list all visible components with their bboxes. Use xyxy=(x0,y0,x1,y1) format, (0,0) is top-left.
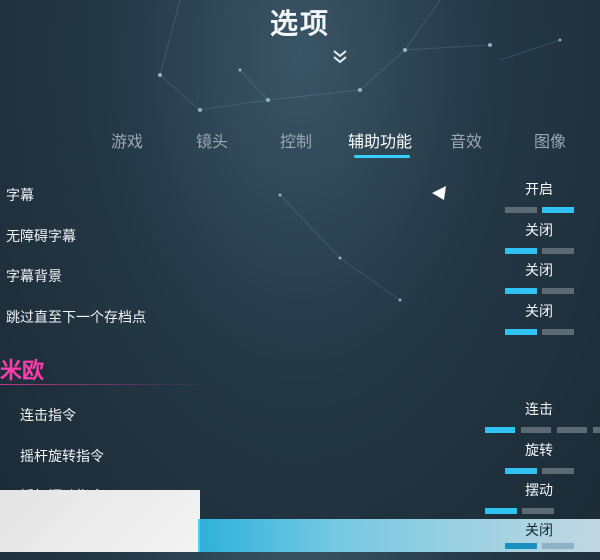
page-title: 选项 xyxy=(269,7,330,40)
setting-label: 字幕 xyxy=(6,188,34,204)
section-divider xyxy=(0,384,210,385)
option-segment[interactable] xyxy=(542,248,574,254)
option-segment-selected[interactable] xyxy=(505,248,537,254)
tab-audio[interactable]: 音效 xyxy=(450,128,482,152)
setting-value: 开启 xyxy=(525,182,553,198)
option-segment[interactable] xyxy=(557,427,587,433)
setting-value: 连击 xyxy=(525,402,553,418)
tab-controls[interactable]: 控制 xyxy=(280,128,312,152)
option-segment-selected[interactable] xyxy=(485,508,517,514)
tab-accessibility[interactable]: 辅助功能 xyxy=(348,128,412,152)
option-segment[interactable] xyxy=(522,508,554,514)
option-segment-selected[interactable] xyxy=(505,468,537,474)
setting-label: 连击指令 xyxy=(20,408,76,424)
option-segment[interactable] xyxy=(521,427,551,433)
option-segment[interactable] xyxy=(542,288,574,294)
setting-value: 关闭 xyxy=(525,304,553,320)
setting-value: 旋转 xyxy=(525,443,553,459)
setting-row-combo-command[interactable]: 连击指令 连击 xyxy=(0,402,600,439)
option-segment[interactable] xyxy=(542,468,574,474)
setting-value: 关闭 xyxy=(525,263,553,279)
option-segment[interactable] xyxy=(505,207,537,213)
setting-value: 关闭 xyxy=(525,523,553,539)
setting-label: 无障碍字幕 xyxy=(6,229,76,245)
setting-label: 跳过直至下一个存档点 xyxy=(6,310,146,326)
option-segment-selected[interactable] xyxy=(505,288,537,294)
setting-row-stick-rotate[interactable]: 摇杆旋转指令 旋转 xyxy=(0,443,600,480)
option-segment[interactable] xyxy=(542,329,574,335)
active-tab-indicator xyxy=(354,155,410,158)
setting-label: 摇杆旋转指令 xyxy=(20,449,104,465)
option-segment-selected[interactable] xyxy=(542,207,574,213)
section-title-mio: 米欧 xyxy=(0,359,45,384)
tab-game[interactable]: 游戏 xyxy=(111,128,143,152)
option-segment-selected[interactable] xyxy=(485,427,515,433)
setting-row-skip-to-checkpoint[interactable]: 跳过直至下一个存档点 关闭 xyxy=(0,304,600,341)
option-segment[interactable] xyxy=(542,543,574,549)
tab-bar: 游戏 镜头 控制 辅助功能 音效 图像 xyxy=(0,128,600,158)
setting-row-subtitles[interactable]: 字幕 开启 xyxy=(0,182,600,219)
setting-row-accessible-subtitles[interactable]: 无障碍字幕 关闭 xyxy=(0,223,600,260)
setting-label: 字幕背景 xyxy=(6,269,62,285)
tab-graphics[interactable]: 图像 xyxy=(534,128,566,152)
triangle-cursor-icon xyxy=(432,186,446,200)
option-segment-selected[interactable] xyxy=(505,543,537,549)
setting-value: 摆动 xyxy=(525,483,553,499)
tab-camera[interactable]: 镜头 xyxy=(196,128,228,152)
setting-value: 关闭 xyxy=(525,223,553,239)
option-segment-selected[interactable] xyxy=(505,329,537,335)
setting-row-bottom[interactable]: 关闭 xyxy=(0,523,600,560)
setting-row-subtitle-background[interactable]: 字幕背景 关闭 xyxy=(0,263,600,300)
option-segment[interactable] xyxy=(593,427,600,433)
double-chevron-down-icon[interactable] xyxy=(331,48,349,66)
